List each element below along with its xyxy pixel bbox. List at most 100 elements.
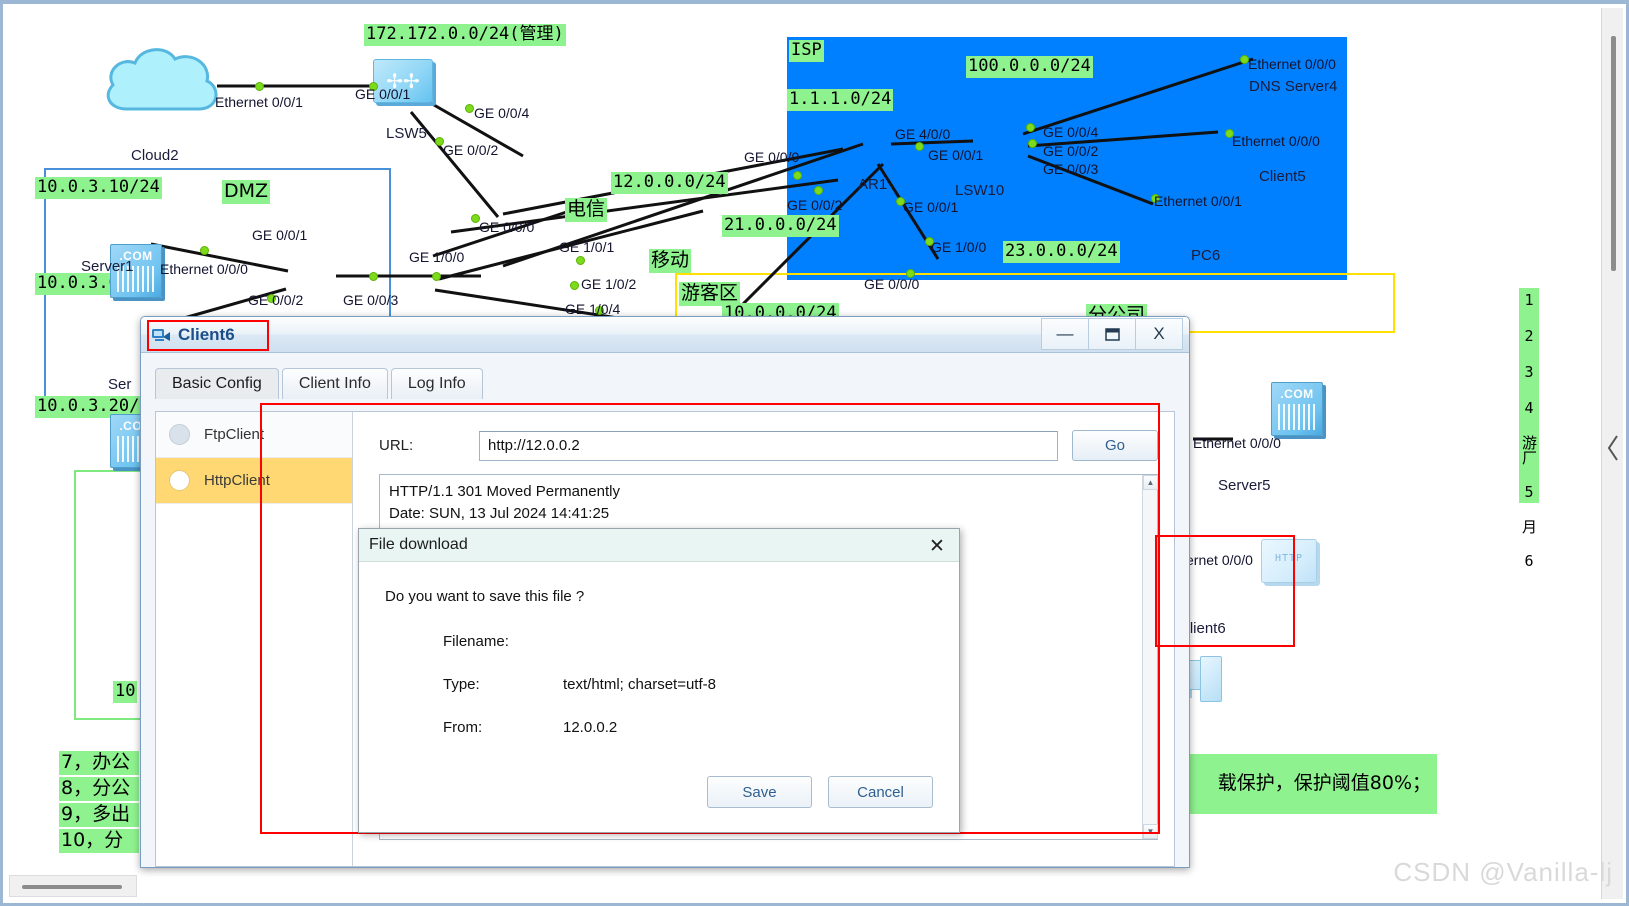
port-dot (576, 256, 585, 265)
iface-client5-e0000: Ethernet 0/0/0 (1232, 133, 1320, 149)
iface-dns4-e0000: Ethernet 0/0/0 (1248, 56, 1336, 72)
tower-icon (1200, 656, 1222, 702)
port-dot (255, 82, 264, 91)
port-dot (915, 142, 924, 151)
iface-ar1-ge0002: GE 0/0/2 (787, 197, 843, 213)
field-key: Type: (443, 676, 480, 693)
region-label-dmz: DMZ (222, 180, 271, 204)
url-input[interactable]: http://12.0.0.2 (479, 430, 1058, 461)
net-label-12-0-0-0: 12.0.0.0/24 (611, 172, 728, 194)
device-label-cloud2: Cloud2 (131, 147, 179, 164)
net-label-100-0-0-0: 100.0.0.0/24 (966, 56, 1093, 78)
net-label-1-1-1-0: 1.1.1.0/24 (787, 89, 894, 111)
cn-label-telecom: 电信 (565, 198, 608, 222)
iface-lsw1-ge0001: GE 0/0/1 (252, 227, 308, 243)
net-label-branch-10: 10 (113, 681, 138, 703)
scroll-down-icon[interactable]: ▼ (1143, 824, 1158, 839)
cancel-button[interactable]: Cancel (828, 776, 933, 808)
net-label-23-0-0-0: 23.0.0.0/24 (1003, 241, 1120, 263)
url-label: URL: (379, 437, 414, 454)
device-cloud2[interactable] (95, 39, 225, 129)
close-button[interactable]: X (1135, 318, 1183, 350)
device-label-pc6: PC6 (1191, 247, 1221, 264)
iface-server5-e0000: Ethernet 0/0/0 (1193, 435, 1281, 451)
list-item-ftpclient[interactable]: FtpClient (156, 412, 352, 458)
window-controls[interactable]: — X (1041, 318, 1183, 350)
cloud-icon (106, 48, 218, 111)
iface-lsw5-ge0001: GE 0/0/1 (355, 86, 411, 102)
iface-fw1-ge1001: GE 1/0/1 (559, 239, 615, 255)
field-value: text/html; charset=utf-8 (563, 676, 716, 693)
server-bars (1278, 404, 1316, 430)
port-dot (793, 171, 802, 180)
device-label-client5: Client5 (1259, 168, 1306, 185)
vscroll-thumb[interactable] (1611, 36, 1616, 271)
window-titlebar[interactable]: Client6 — X (141, 317, 1189, 353)
port-dot (925, 237, 934, 246)
iface-lsw1-ge0002: GE 0/0/2 (248, 292, 304, 308)
server-com-icon: .COM (1280, 387, 1314, 401)
iface-ar1-ge0000: GE 0/0/0 (744, 149, 800, 165)
port-dot (369, 272, 378, 281)
field-key: Filename: (443, 633, 509, 650)
iface-fw1-ge1004: GE 1/0/4 (565, 301, 621, 317)
device-label-lsw10: LSW10 (955, 182, 1005, 199)
field-value: 12.0.0.2 (563, 719, 618, 736)
note-right: 载保护，保护阈值80%； (1155, 754, 1437, 814)
tab-log-info[interactable]: Log Info (390, 368, 483, 399)
go-button[interactable]: Go (1072, 430, 1158, 461)
dialog-buttons[interactable]: Save Cancel (691, 776, 933, 808)
device-label-lsw5: LSW5 (386, 125, 427, 142)
canvas-vscrollbar[interactable] (1601, 8, 1623, 899)
list-item-httpclient[interactable]: HttpClient (156, 458, 352, 504)
iface-lsw1-ge0003: GE 0/0/3 (343, 292, 399, 308)
port-dot (200, 246, 209, 255)
file-download-dialog[interactable]: File download ✕ Do you want to save this… (358, 528, 960, 833)
port-dot (1028, 139, 1037, 148)
hscroll-thumb[interactable] (22, 885, 122, 889)
client-type-list[interactable]: FtpClient HttpClient (156, 412, 353, 866)
watermark: CSDN @Vanilla-lj (1393, 857, 1613, 887)
window-title: Client6 (178, 324, 235, 344)
device-label-ar1: AR1 (858, 176, 888, 193)
canvas-hscrollbar[interactable] (9, 875, 137, 897)
tab-client-info[interactable]: Client Info (281, 368, 388, 399)
dialog-field-type: Type: text/html; charset=utf-8 (443, 676, 959, 693)
dialog-titlebar: File download ✕ (359, 529, 959, 562)
dialog-body: Do you want to save this file ? Filename… (359, 562, 959, 832)
region-label-isp: ISP (789, 40, 824, 62)
list-item-label: FtpClient (204, 426, 265, 443)
radio-icon[interactable] (169, 470, 190, 491)
iface-pc6-e0001: Ethernet 0/0/1 (1154, 193, 1242, 209)
close-icon[interactable]: ✕ (925, 534, 949, 558)
scroll-up-icon[interactable]: ▲ (1143, 475, 1158, 490)
port-dot (465, 104, 474, 113)
net-label-21-0-0-0: 21.0.0.0/24 (722, 215, 839, 237)
radio-icon[interactable] (169, 424, 190, 445)
port-dot (814, 186, 823, 195)
iface-fw1-ge1002: GE 1/0/2 (581, 276, 637, 292)
device-dns-server4[interactable]: .COM (1271, 382, 1323, 436)
iface-lsw5-ge0002: GE 0/0/2 (443, 142, 499, 158)
iface-cloud2-e0001: Ethernet 0/0/1 (215, 94, 303, 110)
tab-basic-config[interactable]: Basic Config (155, 368, 279, 399)
list-item-label: HttpClient (204, 472, 270, 489)
iface-lsw5-ge0004: GE 0/0/4 (474, 105, 530, 121)
device-label-server1: Server1 (81, 258, 134, 275)
iface-ar1-ge1000: GE 1/0/0 (931, 239, 987, 255)
note-left-8: 8，分公 (59, 777, 139, 801)
iface-fw1-ge1000: GE 1/0/0 (409, 249, 465, 265)
net-label-mgmt: 172.172.0.0/24(管理) (364, 24, 566, 46)
maximize-button[interactable] (1088, 318, 1136, 350)
tab-bar[interactable]: Basic Config Client Info Log Info (155, 365, 1175, 399)
port-dot (896, 197, 905, 206)
response-scrollbar[interactable]: ▲ ▼ (1142, 475, 1158, 839)
device-label-server2: Ser (108, 376, 132, 393)
device-client5[interactable]: HTTP (1261, 539, 1317, 583)
minimize-button[interactable]: — (1041, 318, 1089, 350)
port-dot (1026, 123, 1035, 132)
save-button[interactable]: Save (707, 776, 812, 808)
port-dot (570, 281, 579, 290)
scroll-left-arrow-icon[interactable] (1605, 428, 1621, 468)
iface-ar1-ge0001: GE 0/0/1 (903, 199, 959, 215)
